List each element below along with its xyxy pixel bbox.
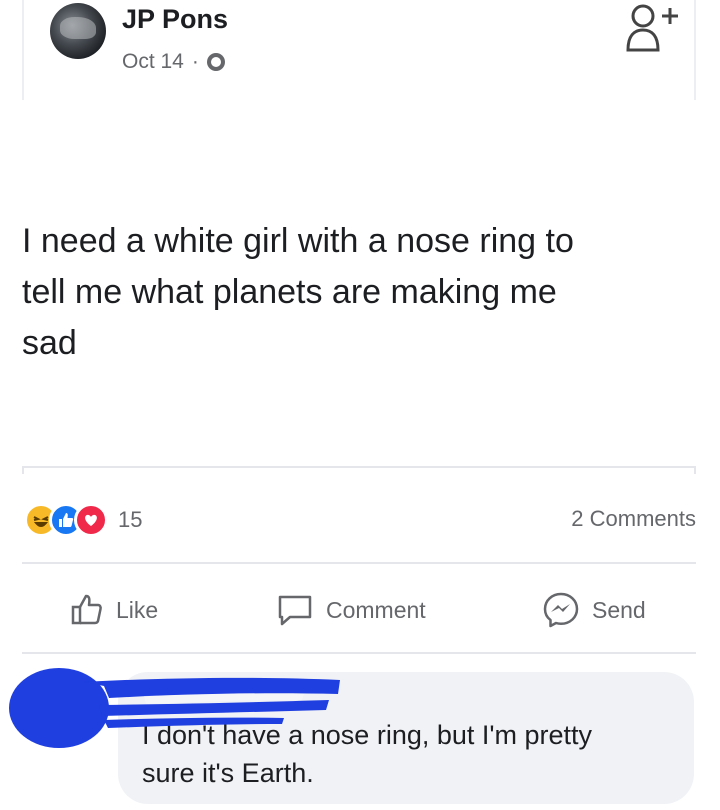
send-button[interactable]: Send bbox=[542, 590, 646, 630]
like-button[interactable]: Like bbox=[70, 590, 158, 630]
post-text: I need a white girl with a nose ring to … bbox=[22, 216, 682, 369]
comments-count[interactable]: 2 Comments bbox=[571, 506, 696, 532]
post-text-line: I need a white girl with a nose ring to bbox=[22, 222, 574, 260]
post-date[interactable]: Oct 14 bbox=[122, 50, 184, 74]
comment-button[interactable]: Comment bbox=[276, 590, 426, 630]
comment-label: Comment bbox=[326, 596, 426, 623]
globe-icon bbox=[206, 53, 225, 71]
love-reaction-icon bbox=[74, 503, 108, 537]
messenger-icon bbox=[543, 592, 579, 628]
reaction-count: 15 bbox=[118, 507, 143, 532]
post-border-left bbox=[22, 0, 24, 100]
meta-separator: · bbox=[191, 50, 199, 73]
send-label: Send bbox=[592, 596, 646, 623]
divider bbox=[22, 652, 696, 654]
like-label: Like bbox=[116, 596, 159, 623]
post-meta: Oct 14 · bbox=[122, 50, 225, 74]
divider bbox=[22, 562, 696, 564]
post-text-line: sad bbox=[22, 324, 77, 362]
redaction-scribble bbox=[9, 668, 340, 748]
post-border-right bbox=[694, 0, 696, 100]
avatar-image-detail bbox=[60, 17, 96, 39]
author-name[interactable]: JP Pons bbox=[122, 4, 228, 35]
reactions-summary[interactable]: 15 bbox=[24, 502, 142, 538]
link-preview-edge bbox=[22, 466, 696, 474]
comment-icon bbox=[278, 595, 312, 626]
post-text-line: tell me what planets are making me bbox=[22, 273, 557, 311]
add-friend-icon[interactable] bbox=[626, 2, 684, 52]
author-avatar[interactable] bbox=[50, 3, 106, 59]
thumbs-up-icon bbox=[71, 594, 102, 625]
